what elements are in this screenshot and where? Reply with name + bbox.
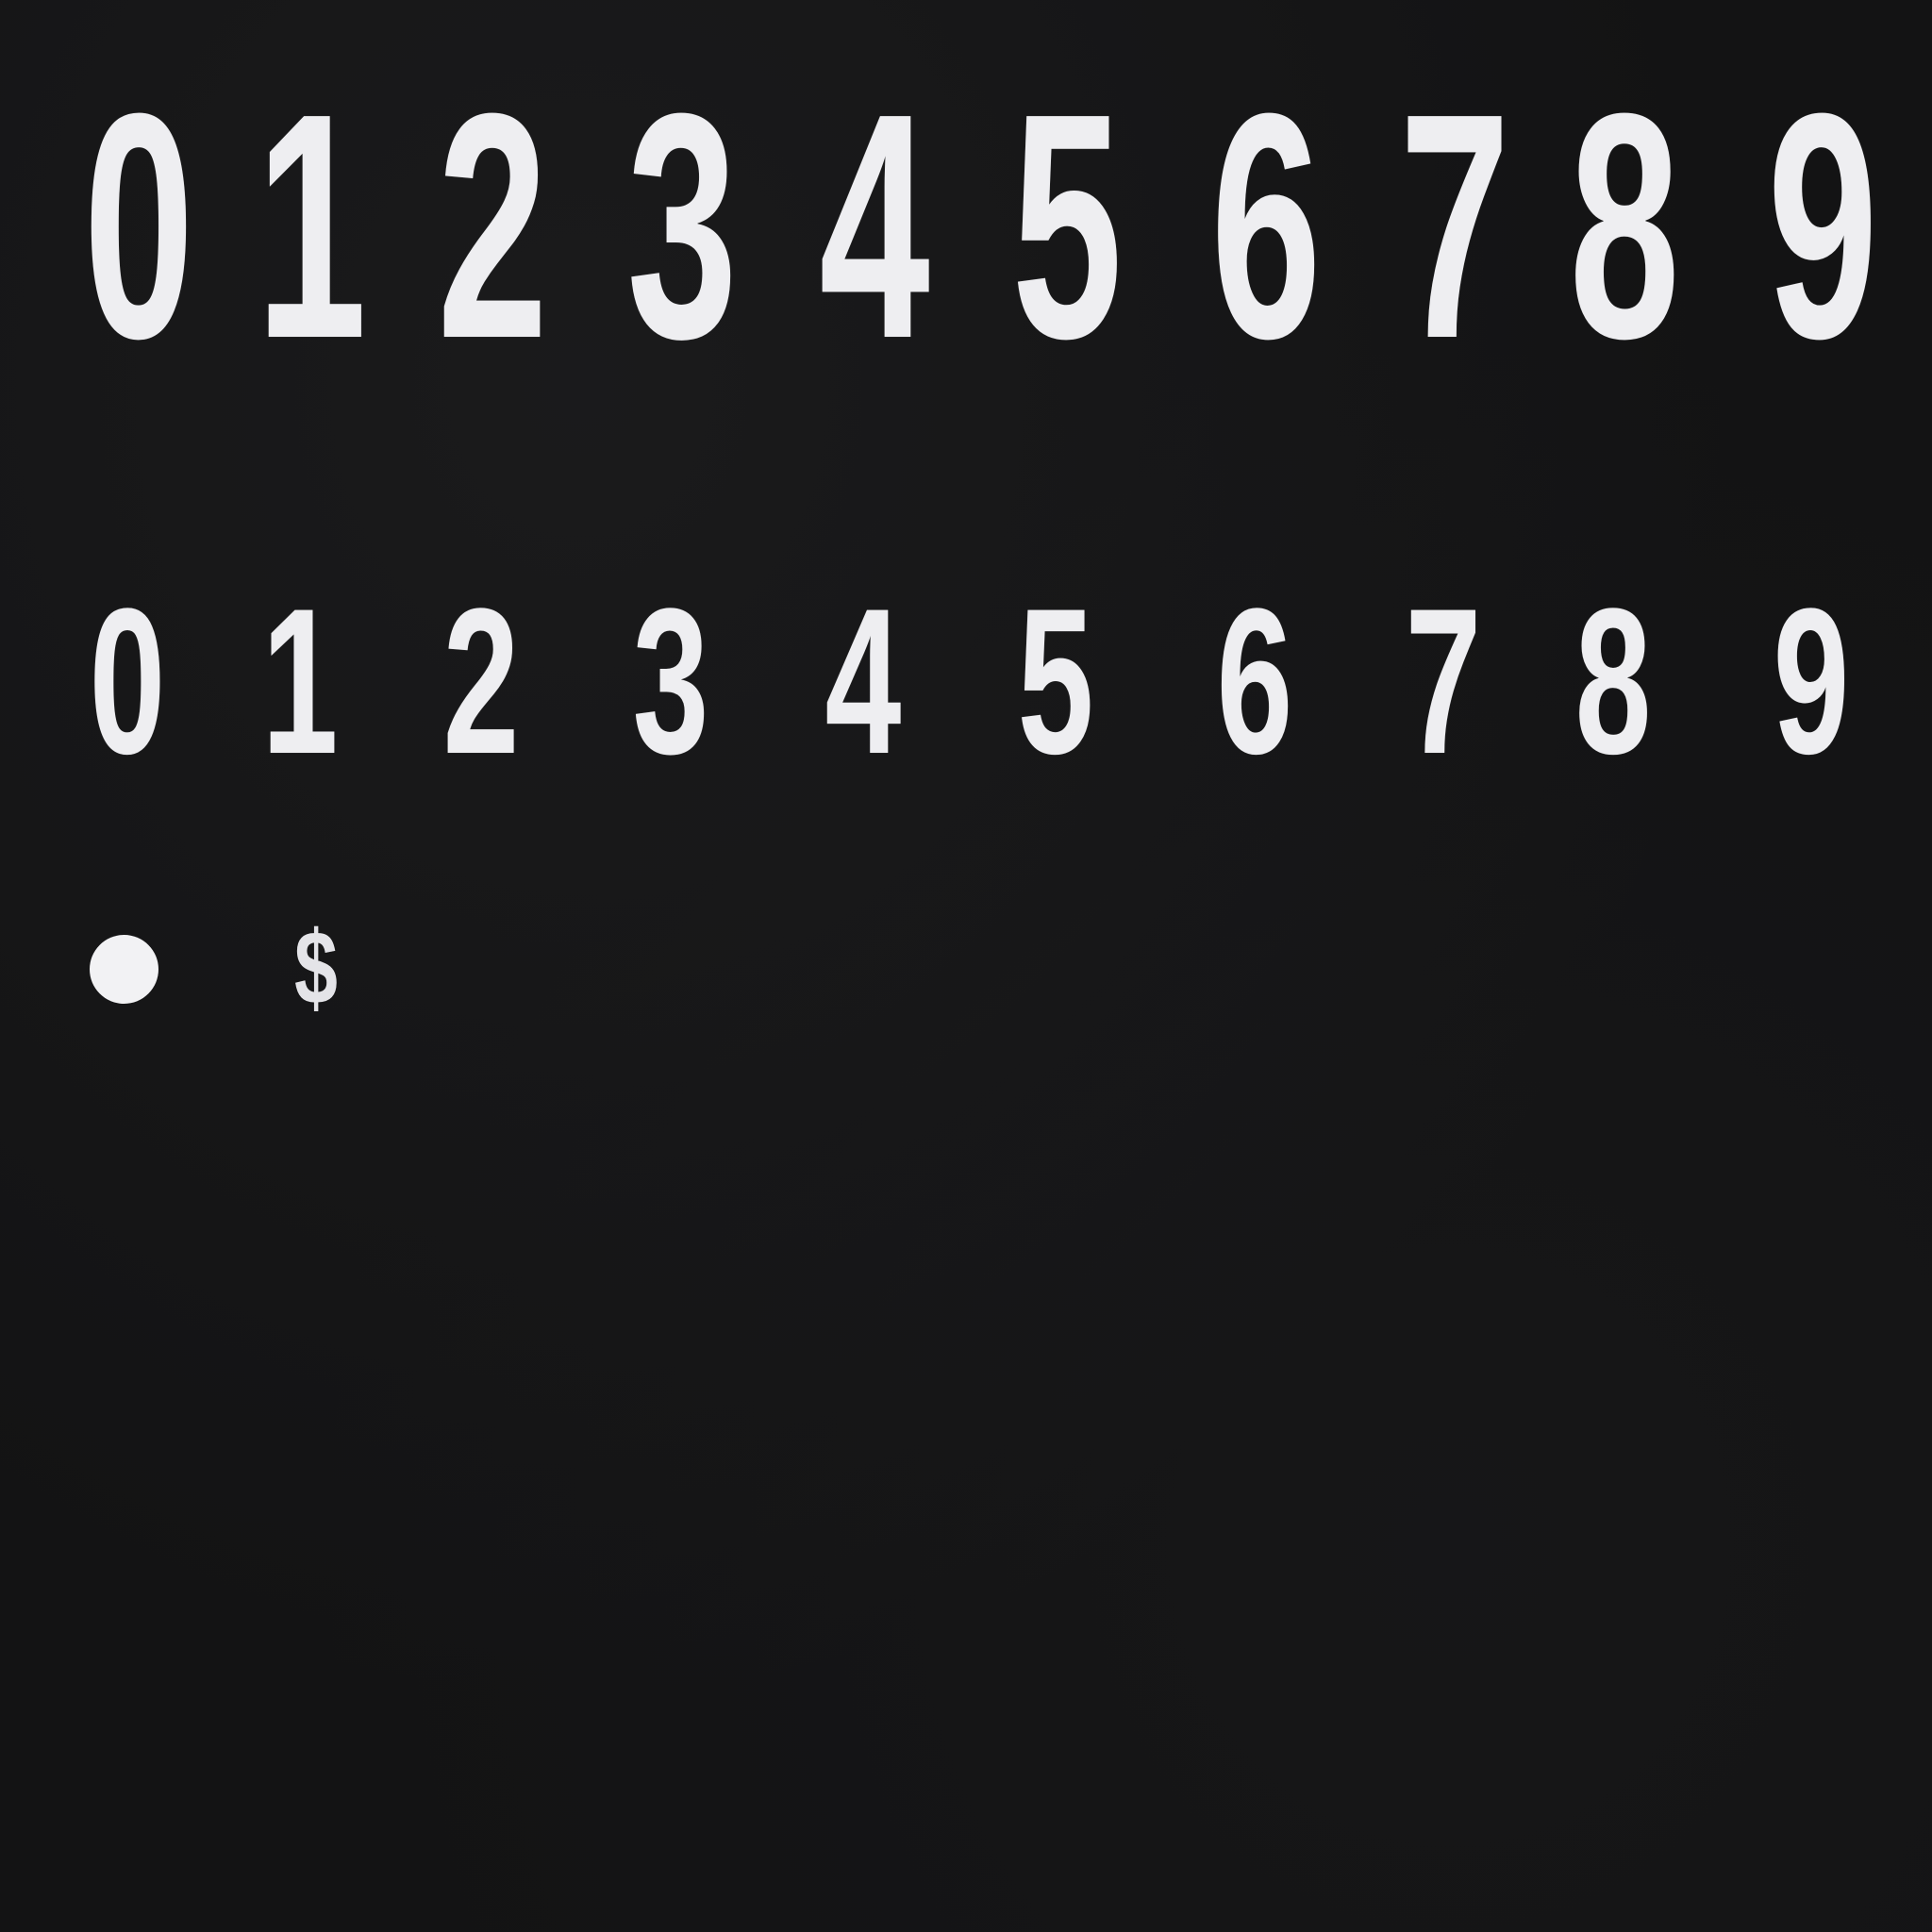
- dot-icon: [90, 935, 158, 1004]
- large-digit-4: 4: [819, 47, 930, 406]
- large-digit-7: 7: [1399, 47, 1510, 406]
- large-digit-9: 9: [1767, 47, 1878, 406]
- small-digit-2: 2: [442, 565, 520, 797]
- small-digit-8: 8: [1574, 565, 1652, 797]
- large-digit-3: 3: [626, 47, 738, 406]
- large-digit-2: 2: [437, 47, 548, 406]
- small-digit-3: 3: [632, 565, 709, 797]
- sprite-sheet-board: 0 1 2 3 4 5 6 7 8 9 0 1 2 3 4 5 6 7 8 9 …: [0, 0, 1932, 1932]
- large-digit-6: 6: [1210, 47, 1322, 406]
- large-digit-0: 0: [83, 47, 194, 406]
- small-digit-7: 7: [1405, 565, 1482, 797]
- small-digit-0: 0: [89, 565, 166, 797]
- large-digit-5: 5: [1011, 47, 1123, 406]
- small-digit-1: 1: [261, 565, 339, 797]
- large-digit-1: 1: [256, 47, 367, 406]
- dollar-sign: $: [294, 910, 338, 1026]
- small-digit-5: 5: [1017, 565, 1094, 797]
- small-digit-4: 4: [824, 565, 902, 797]
- small-digit-9: 9: [1773, 565, 1850, 797]
- small-digit-6: 6: [1216, 565, 1293, 797]
- large-digit-8: 8: [1569, 47, 1680, 406]
